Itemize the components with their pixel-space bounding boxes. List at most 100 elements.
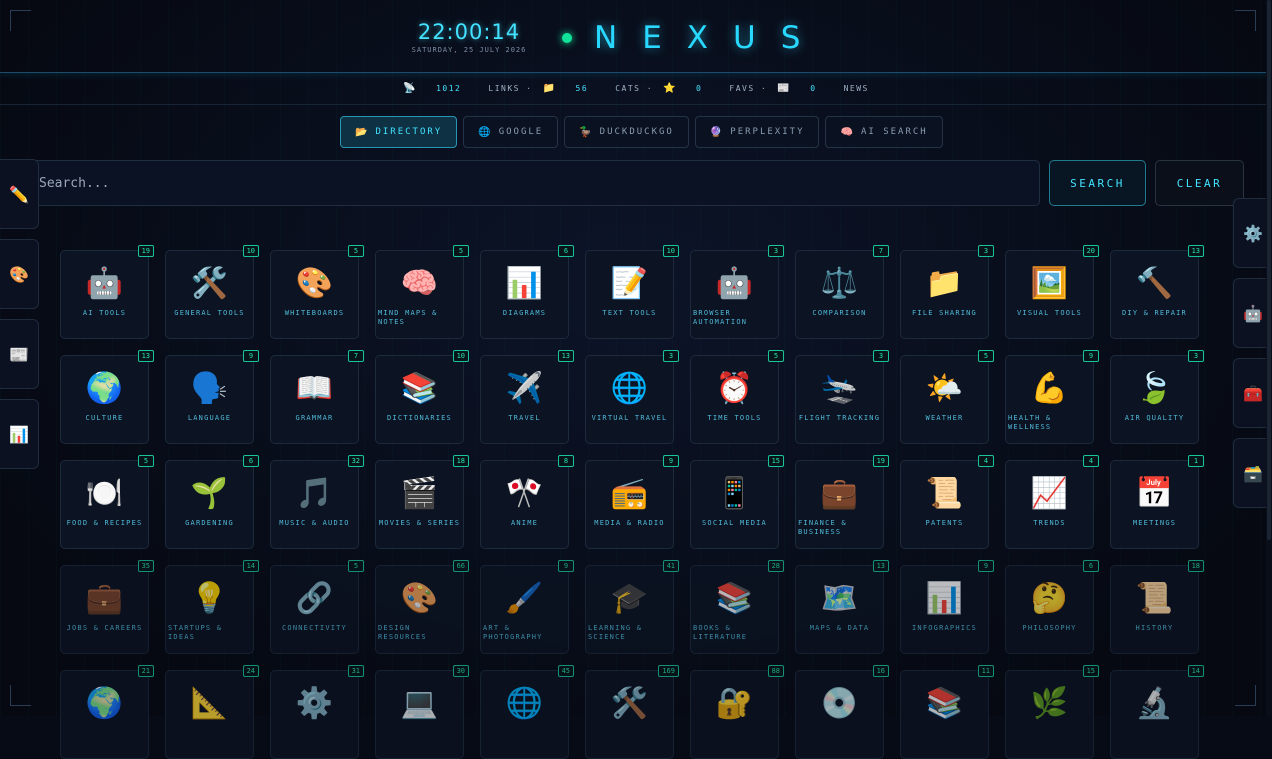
- count-badge: 3: [663, 350, 679, 362]
- newspaper-icon[interactable]: 📰: [0, 319, 39, 389]
- category-card[interactable]: 16 💿: [795, 665, 889, 759]
- category-card[interactable]: 18 🎬 MOVIES & SERIES: [375, 455, 469, 549]
- category-card[interactable]: 19 🤖 AI TOOLS: [60, 245, 154, 339]
- tab-ai-search[interactable]: 🧠 AI SEARCH: [825, 116, 943, 148]
- tab-label: PERPLEXITY: [730, 127, 805, 137]
- category-card[interactable]: 31 ⚙️: [270, 665, 364, 759]
- count-badge: 10: [662, 245, 679, 257]
- search-input[interactable]: [28, 160, 1040, 206]
- category-card[interactable]: 9 🖌️ ART & PHOTOGRAPHY: [480, 560, 574, 654]
- category-card[interactable]: 13 🌍 CULTURE: [60, 350, 154, 444]
- count-badge: 15: [767, 455, 784, 467]
- category-card[interactable]: 41 🎓 LEARNING & SCIENCE: [585, 560, 679, 654]
- category-card[interactable]: 3 🛬 FLIGHT TRACKING: [795, 350, 889, 444]
- category-card[interactable]: 10 🛠️ GENERAL TOOLS: [165, 245, 259, 339]
- category-card[interactable]: 32 🎵 MUSIC & AUDIO: [270, 455, 364, 549]
- clock-time: 22:00:14: [417, 20, 521, 44]
- mobile-phone-icon: 📱: [715, 476, 754, 511]
- category-card[interactable]: 3 🤖 BROWSER AUTOMATION: [690, 245, 784, 339]
- tab-duckduckgo[interactable]: 🦆 DUCKDUCKGO: [564, 116, 689, 148]
- category-card[interactable]: 15 📱 SOCIAL MEDIA: [690, 455, 784, 549]
- category-card[interactable]: 15 🌿: [1005, 665, 1099, 759]
- category-card[interactable]: 19 💼 FINANCE & BUSINESS: [795, 455, 889, 549]
- news-label: NEWS: [843, 83, 869, 93]
- category-label: DICTIONARIES: [387, 414, 452, 422]
- category-card[interactable]: 3 🍃 AIR QUALITY: [1110, 350, 1204, 444]
- calendar-icon: 📅: [1135, 476, 1174, 511]
- count-badge: 5: [348, 245, 364, 257]
- category-card[interactable]: 20 🖼️ VISUAL TOOLS: [1005, 245, 1099, 339]
- category-card[interactable]: 6 📊 DIAGRAMS: [480, 245, 574, 339]
- clear-button[interactable]: CLEAR: [1155, 160, 1244, 206]
- stats-bar: 📡 1012 LINKS · 📁 56 CATS · ⭐ 0 FAVS · 📰 …: [0, 72, 1272, 105]
- count-badge: 9: [1083, 350, 1099, 362]
- category-card[interactable]: 4 📜 PATENTS: [900, 455, 994, 549]
- tab-google[interactable]: 🌐 GOOGLE: [463, 116, 559, 148]
- category-card[interactable]: 88 🔐: [690, 665, 784, 759]
- category-card[interactable]: 9 📊 INFOGRAPHICS: [900, 560, 994, 654]
- category-card[interactable]: 13 🗺️ MAPS & DATA: [795, 560, 889, 654]
- category-card[interactable]: 3 📁 FILE SHARING: [900, 245, 994, 339]
- category-card[interactable]: 9 📻 MEDIA & RADIO: [585, 455, 679, 549]
- category-card[interactable]: 18 📜 HISTORY: [1110, 560, 1204, 654]
- category-card[interactable]: 9 🗣️ LANGUAGE: [165, 350, 259, 444]
- category-card[interactable]: 5 🔗 CONNECTIVITY: [270, 560, 364, 654]
- light-bulb-icon: 💡: [190, 581, 229, 616]
- category-card[interactable]: 24 📐: [165, 665, 259, 759]
- count-badge: 41: [662, 560, 679, 572]
- count-badge: 5: [138, 455, 154, 467]
- category-card[interactable]: 45 🌐: [480, 665, 574, 759]
- category-card[interactable]: 5 🎨 WHITEBOARDS: [270, 245, 364, 339]
- category-card[interactable]: 11 📚: [900, 665, 994, 759]
- category-label: DESIGN RESOURCES: [378, 624, 427, 641]
- category-card[interactable]: 30 💻: [375, 665, 469, 759]
- category-card[interactable]: 28 📚 BOOKS & LITERATURE: [690, 560, 784, 654]
- count-badge: 9: [558, 560, 574, 572]
- category-card[interactable]: 6 🤔 PHILOSOPHY: [1005, 560, 1099, 654]
- satellite-icon: 📡: [403, 82, 418, 94]
- category-card[interactable]: 4 📈 TRENDS: [1005, 455, 1099, 549]
- palette-icon[interactable]: 🎨: [0, 239, 39, 309]
- category-card[interactable]: 10 📝 TEXT TOOLS: [585, 245, 679, 339]
- category-card[interactable]: 14 🔬: [1110, 665, 1204, 759]
- category-card[interactable]: 5 🍽️ FOOD & RECIPES: [60, 455, 154, 549]
- category-card[interactable]: 1 📅 MEETINGS: [1110, 455, 1204, 549]
- category-label: DIAGRAMS: [502, 309, 547, 317]
- category-card[interactable]: 13 🔨 DIY & REPAIR: [1110, 245, 1204, 339]
- tab-directory[interactable]: 📂 DIRECTORY: [340, 116, 458, 148]
- category-card[interactable]: 9 💪 HEALTH & WELLNESS: [1005, 350, 1099, 444]
- category-label: INFOGRAPHICS: [912, 624, 977, 632]
- count-badge: 15: [1082, 665, 1099, 677]
- category-card[interactable]: 7 📖 GRAMMAR: [270, 350, 364, 444]
- category-card[interactable]: 21 🌍: [60, 665, 154, 759]
- page-scrollbar[interactable]: [1266, 0, 1272, 716]
- pencil-icon[interactable]: ✏️: [0, 159, 39, 229]
- count-badge: 16: [872, 665, 889, 677]
- tools-icon: 🛠️: [190, 266, 229, 301]
- category-card[interactable]: 10 📚 DICTIONARIES: [375, 350, 469, 444]
- category-card[interactable]: 6 🌱 GARDENING: [165, 455, 259, 549]
- category-card[interactable]: 5 🌤️ WEATHER: [900, 350, 994, 444]
- category-card[interactable]: 5 ⏰ TIME TOOLS: [690, 350, 784, 444]
- bar-chart-icon[interactable]: 📊: [0, 399, 39, 469]
- count-badge: 13: [137, 350, 154, 362]
- globe-icon: 🌐: [478, 126, 493, 138]
- tab-perplexity[interactable]: 🔮 PERPLEXITY: [694, 116, 820, 148]
- category-label: VISUAL TOOLS: [1017, 309, 1082, 317]
- map-icon: 🗺️: [820, 581, 859, 616]
- search-button[interactable]: SEARCH: [1049, 160, 1146, 206]
- category-card[interactable]: 8 🎌 ANIME: [480, 455, 574, 549]
- category-card[interactable]: 3 🌐 VIRTUAL TRAVEL: [585, 350, 679, 444]
- category-card[interactable]: 66 🎨 DESIGN RESOURCES: [375, 560, 469, 654]
- category-card[interactable]: 5 🧠 MIND MAPS & NOTES: [375, 245, 469, 339]
- scrollbar-thumb[interactable]: [1267, 0, 1271, 540]
- count-badge: 3: [978, 245, 994, 257]
- category-card[interactable]: 14 💡 STARTUPS & IDEAS: [165, 560, 259, 654]
- category-card[interactable]: 35 💼 JOBS & CAREERS: [60, 560, 154, 654]
- paintbrush-icon: 🖌️: [505, 581, 544, 616]
- category-card[interactable]: 7 ⚖️ COMPARISON: [795, 245, 889, 339]
- count-badge: 35: [137, 560, 154, 572]
- category-card[interactable]: 13 ✈️ TRAVEL: [480, 350, 574, 444]
- count-badge: 9: [978, 560, 994, 572]
- category-card[interactable]: 169 🛠️: [585, 665, 679, 759]
